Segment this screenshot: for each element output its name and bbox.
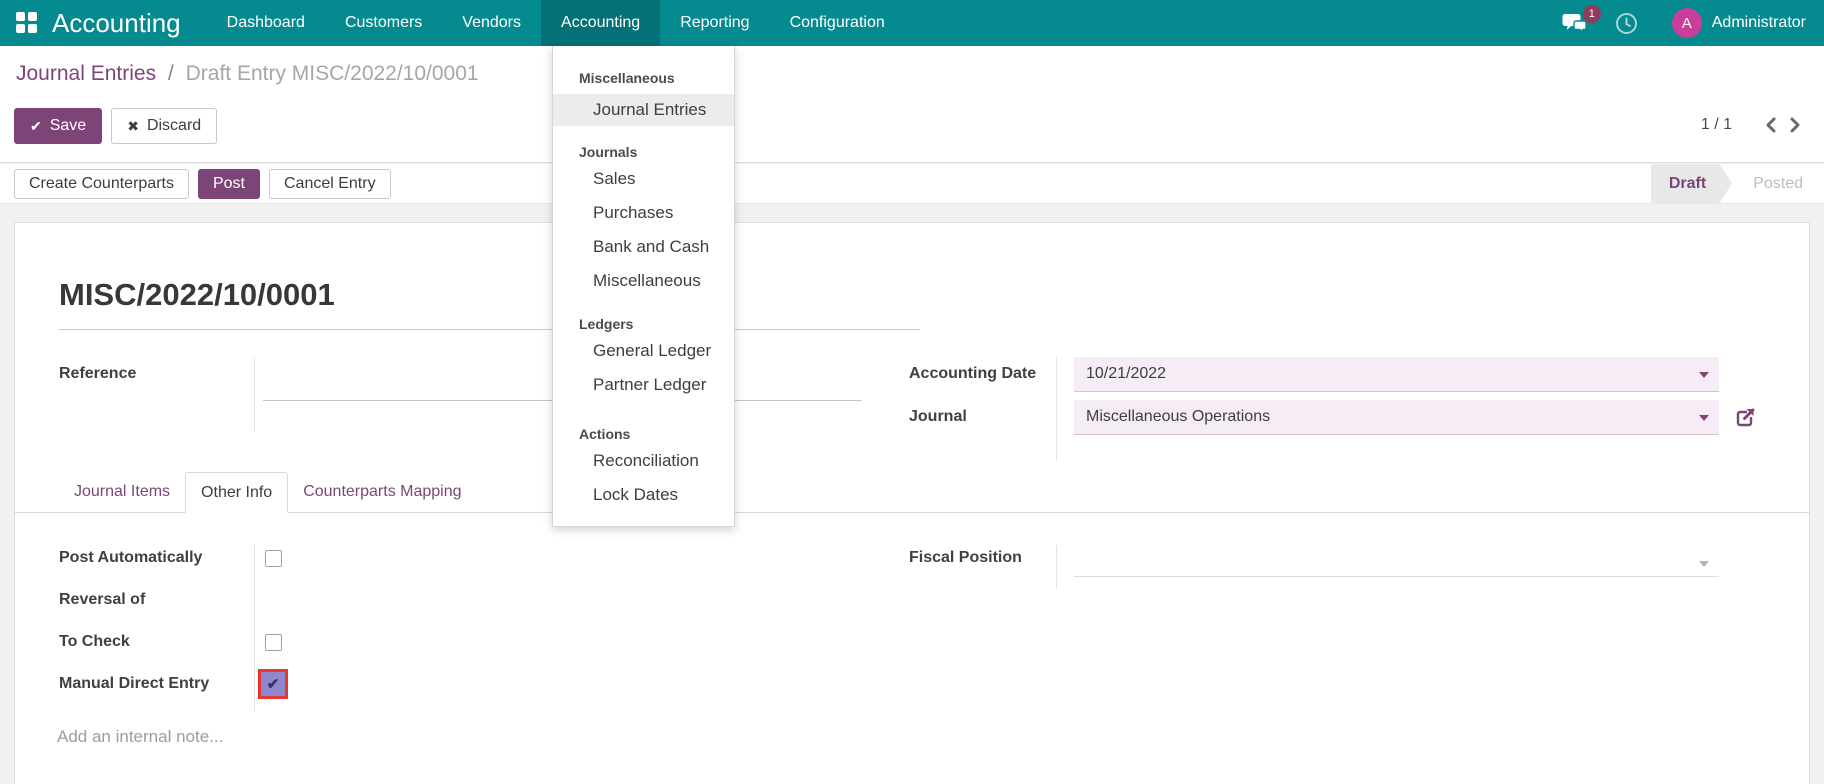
main-menu: Dashboard Customers Vendors Accounting R… [207,0,905,46]
manual-direct-entry-checkbox[interactable]: ✔ [258,669,288,699]
menu-item-bank-and-cash[interactable]: Bank and Cash [553,230,734,264]
breadcrumb-separator: / [167,62,174,85]
section-miscellaneous: Miscellaneous [579,70,675,86]
pager: 1 / 1 [1701,114,1808,136]
menu-item-partner-ledger[interactable]: Partner Ledger [553,368,734,402]
to-check-checkbox[interactable] [265,634,282,651]
reference-label: Reference [59,365,137,382]
fiscal-position-input[interactable] [1074,549,1719,577]
field-separator [1056,545,1057,589]
menu-configuration[interactable]: Configuration [770,0,905,46]
control-panel: Journal Entries / Draft Entry MISC/2022/… [0,46,1824,163]
checkmark-icon: ✔ [266,675,280,693]
to-check-label: To Check [59,633,130,650]
activities-button[interactable] [1615,12,1638,35]
internal-note-input[interactable]: Add an internal note... [57,727,223,747]
chevron-down-icon [1699,372,1709,378]
breadcrumb: Journal Entries / Draft Entry MISC/2022/… [16,62,479,86]
app-title: Accounting [52,7,181,38]
user-name[interactable]: Administrator [1712,14,1806,32]
form-sheet: MISC/2022/10/0001 Reference Accounting D… [14,222,1810,784]
chevron-down-icon [1699,561,1709,567]
pager-next-icon[interactable] [1783,114,1808,136]
record-actions: ✔ Save ✖ Discard [14,108,218,144]
page: Accounting Dashboard Customers Vendors A… [0,0,1824,784]
section-actions: Actions [579,426,631,442]
menu-item-general-ledger[interactable]: General Ledger [553,334,734,368]
fiscal-position-label: Fiscal Position [909,549,1022,566]
pager-previous-icon[interactable] [1758,114,1783,136]
journal-input[interactable]: Miscellaneous Operations [1074,400,1719,435]
accounting-date-label: Accounting Date [909,365,1037,382]
menu-item-reconciliation[interactable]: Reconciliation [553,444,734,478]
create-counterparts-button[interactable]: Create Counterparts [14,168,189,199]
save-button[interactable]: ✔ Save [14,108,103,144]
accounting-dropdown-menu: Miscellaneous Journal Entries Journals S… [552,46,735,527]
messages-badge: 1 [1582,5,1601,23]
user-avatar[interactable]: A [1671,8,1702,38]
menu-accounting[interactable]: Accounting [541,0,661,46]
journal-label: Journal [909,408,967,425]
section-ledgers: Ledgers [579,316,634,332]
navbar-right: 1 A Administrator [1562,5,1824,38]
post-automatically-label: Post Automatically [59,549,203,566]
post-button[interactable]: Post [197,168,260,199]
field-separator [254,545,255,711]
apps-grid-icon[interactable] [16,12,38,34]
field-separator [1056,357,1057,461]
cancel-entry-button[interactable]: Cancel Entry [268,168,391,199]
field-separator [254,357,255,431]
pager-value: 1 / 1 [1700,116,1732,133]
menu-item-sales[interactable]: Sales [553,162,734,196]
entry-title: MISC/2022/10/0001 [59,277,920,330]
post-automatically-checkbox[interactable] [265,550,282,567]
menu-vendors[interactable]: Vendors [442,0,541,46]
status-pipeline: Draft Posted [1651,164,1824,204]
menu-item-miscellaneous[interactable]: Miscellaneous [553,264,734,298]
cross-icon: ✖ [127,117,139,134]
accounting-date-input[interactable]: 10/21/2022 [1074,357,1719,392]
section-journals: Journals [579,144,638,160]
discard-button[interactable]: ✖ Discard [111,108,218,144]
menu-reporting[interactable]: Reporting [660,0,769,46]
menu-dashboard[interactable]: Dashboard [207,0,325,46]
notebook-tabs: Journal Items Other Info Counterparts Ma… [15,472,1809,513]
status-draft[interactable]: Draft [1651,164,1732,204]
chevron-down-icon [1699,415,1709,421]
breadcrumb-journal-entries[interactable]: Journal Entries [16,62,156,85]
tab-journal-items[interactable]: Journal Items [59,472,185,512]
clock-icon [1615,12,1638,35]
messages-button[interactable]: 1 [1562,5,1601,34]
tab-counterparts-mapping[interactable]: Counterparts Mapping [288,472,476,512]
breadcrumb-current: Draft Entry MISC/2022/10/0001 [185,62,479,85]
external-link-icon[interactable] [1732,405,1759,432]
form-statusbar: Create Counterparts Post Cancel Entry Dr… [0,164,1824,204]
menu-customers[interactable]: Customers [325,0,442,46]
status-posted[interactable]: Posted [1732,164,1824,204]
reversal-of-label: Reversal of [59,591,146,608]
manual-direct-entry-label: Manual Direct Entry [59,675,210,692]
tab-other-info[interactable]: Other Info [185,472,289,513]
menu-item-lock-dates[interactable]: Lock Dates [553,478,734,512]
menu-item-journal-entries[interactable]: Journal Entries [553,94,734,126]
top-navbar: Accounting Dashboard Customers Vendors A… [0,0,1824,46]
check-icon: ✔ [30,117,42,134]
menu-item-purchases[interactable]: Purchases [553,196,734,230]
